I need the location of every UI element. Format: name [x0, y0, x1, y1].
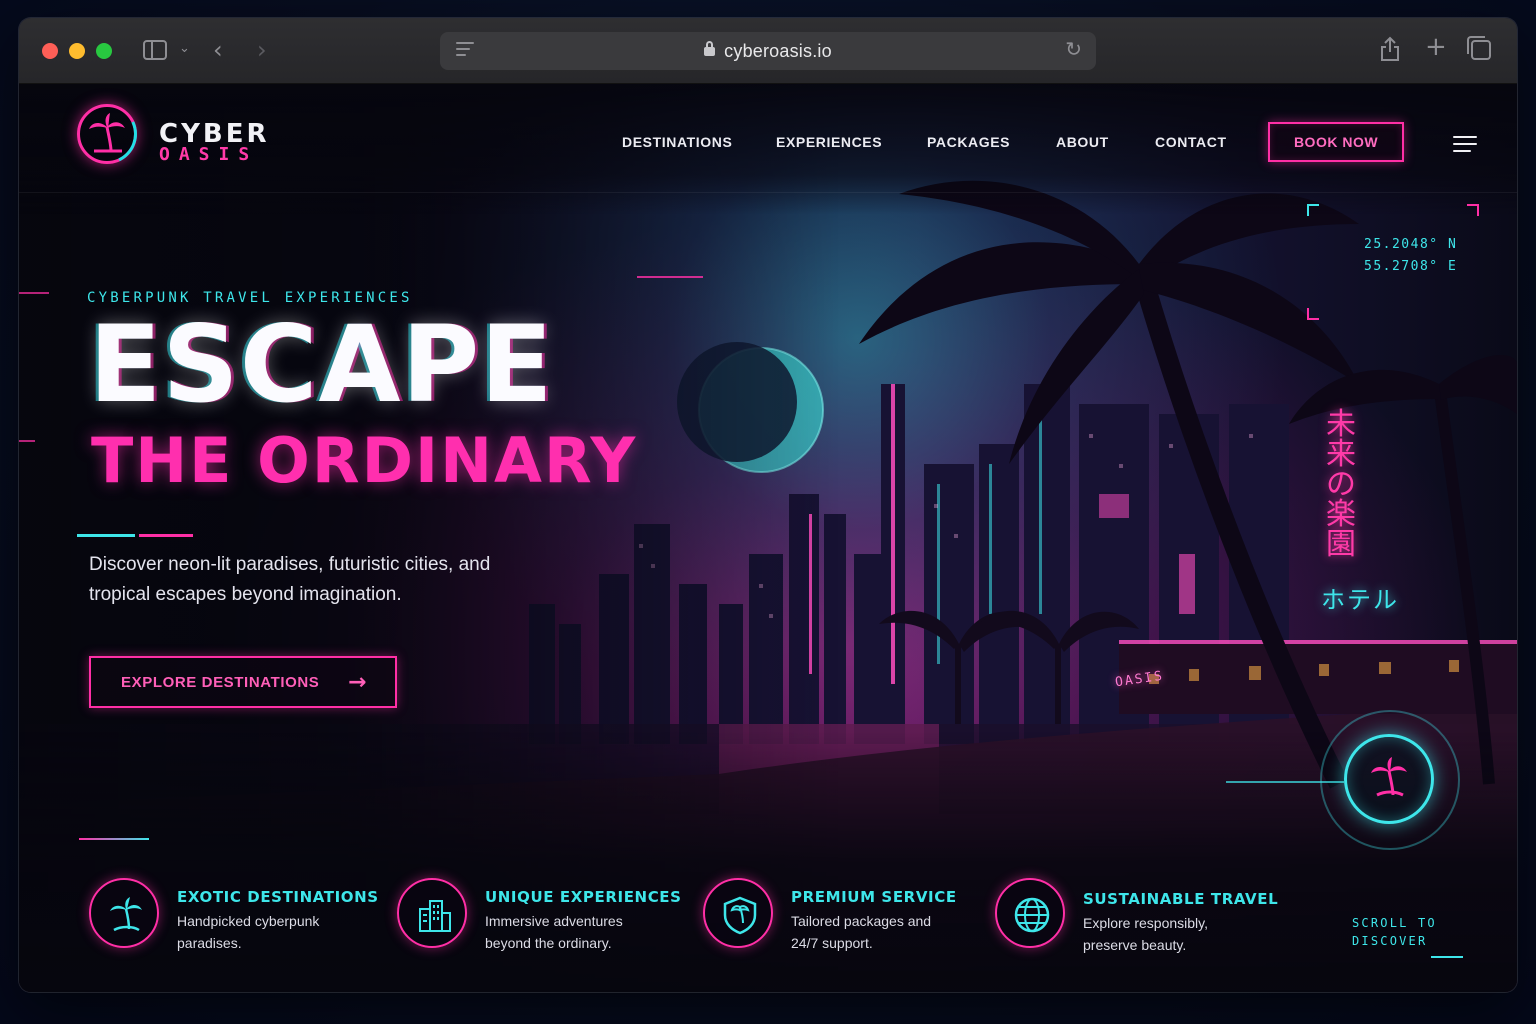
nav-packages[interactable]: PACKAGES: [927, 134, 1010, 150]
glitch-accent: [19, 292, 49, 294]
feature-description-line: Explore responsibly,: [1083, 915, 1209, 931]
book-now-button[interactable]: BOOK NOW: [1268, 122, 1404, 162]
feature-description: Tailored packages and 24/7 support.: [791, 910, 931, 954]
site-header: CYBER OASIS DESTINATIONS EXPERIENCES PAC…: [19, 84, 1517, 192]
explore-button-label: EXPLORE DESTINATIONS: [121, 673, 320, 691]
glitch-accent: [79, 838, 149, 840]
web-page: CYBER OASIS DESTINATIONS EXPERIENCES PAC…: [19, 84, 1517, 992]
feature-title: PREMIUM SERVICE: [791, 888, 957, 906]
headline-underline: [77, 534, 135, 537]
neon-sign-hotel: ホテル: [1321, 586, 1399, 614]
url-text[interactable]: cyberoasis.io: [440, 41, 1096, 62]
hero-background-image: [19, 84, 1517, 992]
hud-corner-bracket: [1307, 308, 1319, 320]
reload-icon[interactable]: ↻: [1065, 39, 1082, 59]
feature-description-line: 24/7 support.: [791, 935, 873, 951]
arrow-right-icon: →: [347, 670, 367, 695]
chevron-down-icon[interactable]: ⌄: [179, 42, 190, 55]
minimize-window-button[interactable]: [69, 43, 85, 59]
nav-destinations[interactable]: DESTINATIONS: [622, 134, 732, 150]
glitch-accent: [637, 276, 703, 278]
feature-description-line: Handpicked cyberpunk: [177, 913, 320, 929]
maximize-window-button[interactable]: [96, 43, 112, 59]
hud-corner-bracket: [1307, 204, 1319, 216]
longitude-text: 55.2708° E: [1364, 259, 1458, 274]
hero-description: Discover neon-lit paradises, futuristic …: [89, 554, 491, 605]
scroll-indicator: [1431, 956, 1463, 958]
feature-title: EXOTIC DESTINATIONS: [177, 888, 379, 906]
header-divider: [19, 192, 1517, 193]
latitude-text: 25.2048° N: [1364, 237, 1458, 252]
feature-description-line: beyond the ordinary.: [485, 935, 612, 951]
feature-title: SUSTAINABLE TRAVEL: [1083, 890, 1279, 908]
headline-underline: [139, 534, 193, 537]
browser-toolbar: ⌄ ‹ › cyberoasis.io ↻ +: [19, 18, 1517, 84]
nav-contact[interactable]: CONTACT: [1155, 134, 1227, 150]
close-window-button[interactable]: [42, 43, 58, 59]
feature-description: Immersive adventures beyond the ordinary…: [485, 910, 623, 954]
url-label: cyberoasis.io: [724, 41, 832, 61]
address-bar[interactable]: cyberoasis.io ↻: [440, 32, 1096, 70]
feature-description-line: paradises.: [177, 935, 242, 951]
feature-description-line: Immersive adventures: [485, 913, 623, 929]
explore-destinations-button[interactable]: EXPLORE DESTINATIONS →: [89, 656, 397, 708]
logo-wordmark-bottom[interactable]: OASIS: [159, 144, 258, 165]
palm-tree-icon: [89, 878, 159, 948]
lock-icon: [704, 41, 716, 56]
logo-palm-icon[interactable]: [77, 104, 137, 164]
glitch-accent: [19, 440, 35, 442]
shield-icon: [703, 878, 773, 948]
feature-description-line: preserve beauty.: [1083, 937, 1187, 953]
neon-sign-vertical: 未来の楽園: [1326, 407, 1356, 562]
buildings-icon: [397, 878, 467, 948]
tab-overview-icon[interactable]: [1467, 36, 1491, 60]
sidebar-toggle-icon[interactable]: [143, 40, 167, 60]
feature-description: Explore responsibly, preserve beauty.: [1083, 912, 1208, 956]
scroll-hint-line: DISCOVER: [1352, 934, 1428, 948]
browser-window: ⌄ ‹ › cyberoasis.io ↻ + CYBER OASIS DEST…: [19, 18, 1517, 992]
hamburger-menu-icon[interactable]: [1453, 136, 1477, 152]
feature-description: Handpicked cyberpunk paradises.: [177, 910, 319, 954]
hero-headline-secondary: THE ORDINARY: [91, 424, 638, 497]
scroll-hint-line: SCROLL TO: [1352, 916, 1437, 930]
new-tab-icon[interactable]: +: [1425, 34, 1447, 60]
feature-description-line: Tailored packages and: [791, 913, 932, 929]
share-icon[interactable]: [1379, 36, 1401, 67]
hud-corner-bracket: [1467, 204, 1479, 216]
nav-about[interactable]: ABOUT: [1056, 134, 1109, 150]
hero-headline-primary: ESCAPE: [89, 303, 554, 426]
scroll-to-discover[interactable]: SCROLL TO DISCOVER: [1352, 914, 1437, 950]
globe-icon: [995, 878, 1065, 948]
forward-arrow-icon[interactable]: ›: [257, 38, 267, 62]
nav-experiences[interactable]: EXPERIENCES: [776, 134, 882, 150]
back-arrow-icon[interactable]: ‹: [213, 38, 223, 62]
coordinates-readout: 25.2048° N 55.2708° E: [1364, 234, 1457, 278]
emblem-palm-icon[interactable]: [1344, 734, 1434, 824]
feature-title: UNIQUE EXPERIENCES: [485, 888, 682, 906]
